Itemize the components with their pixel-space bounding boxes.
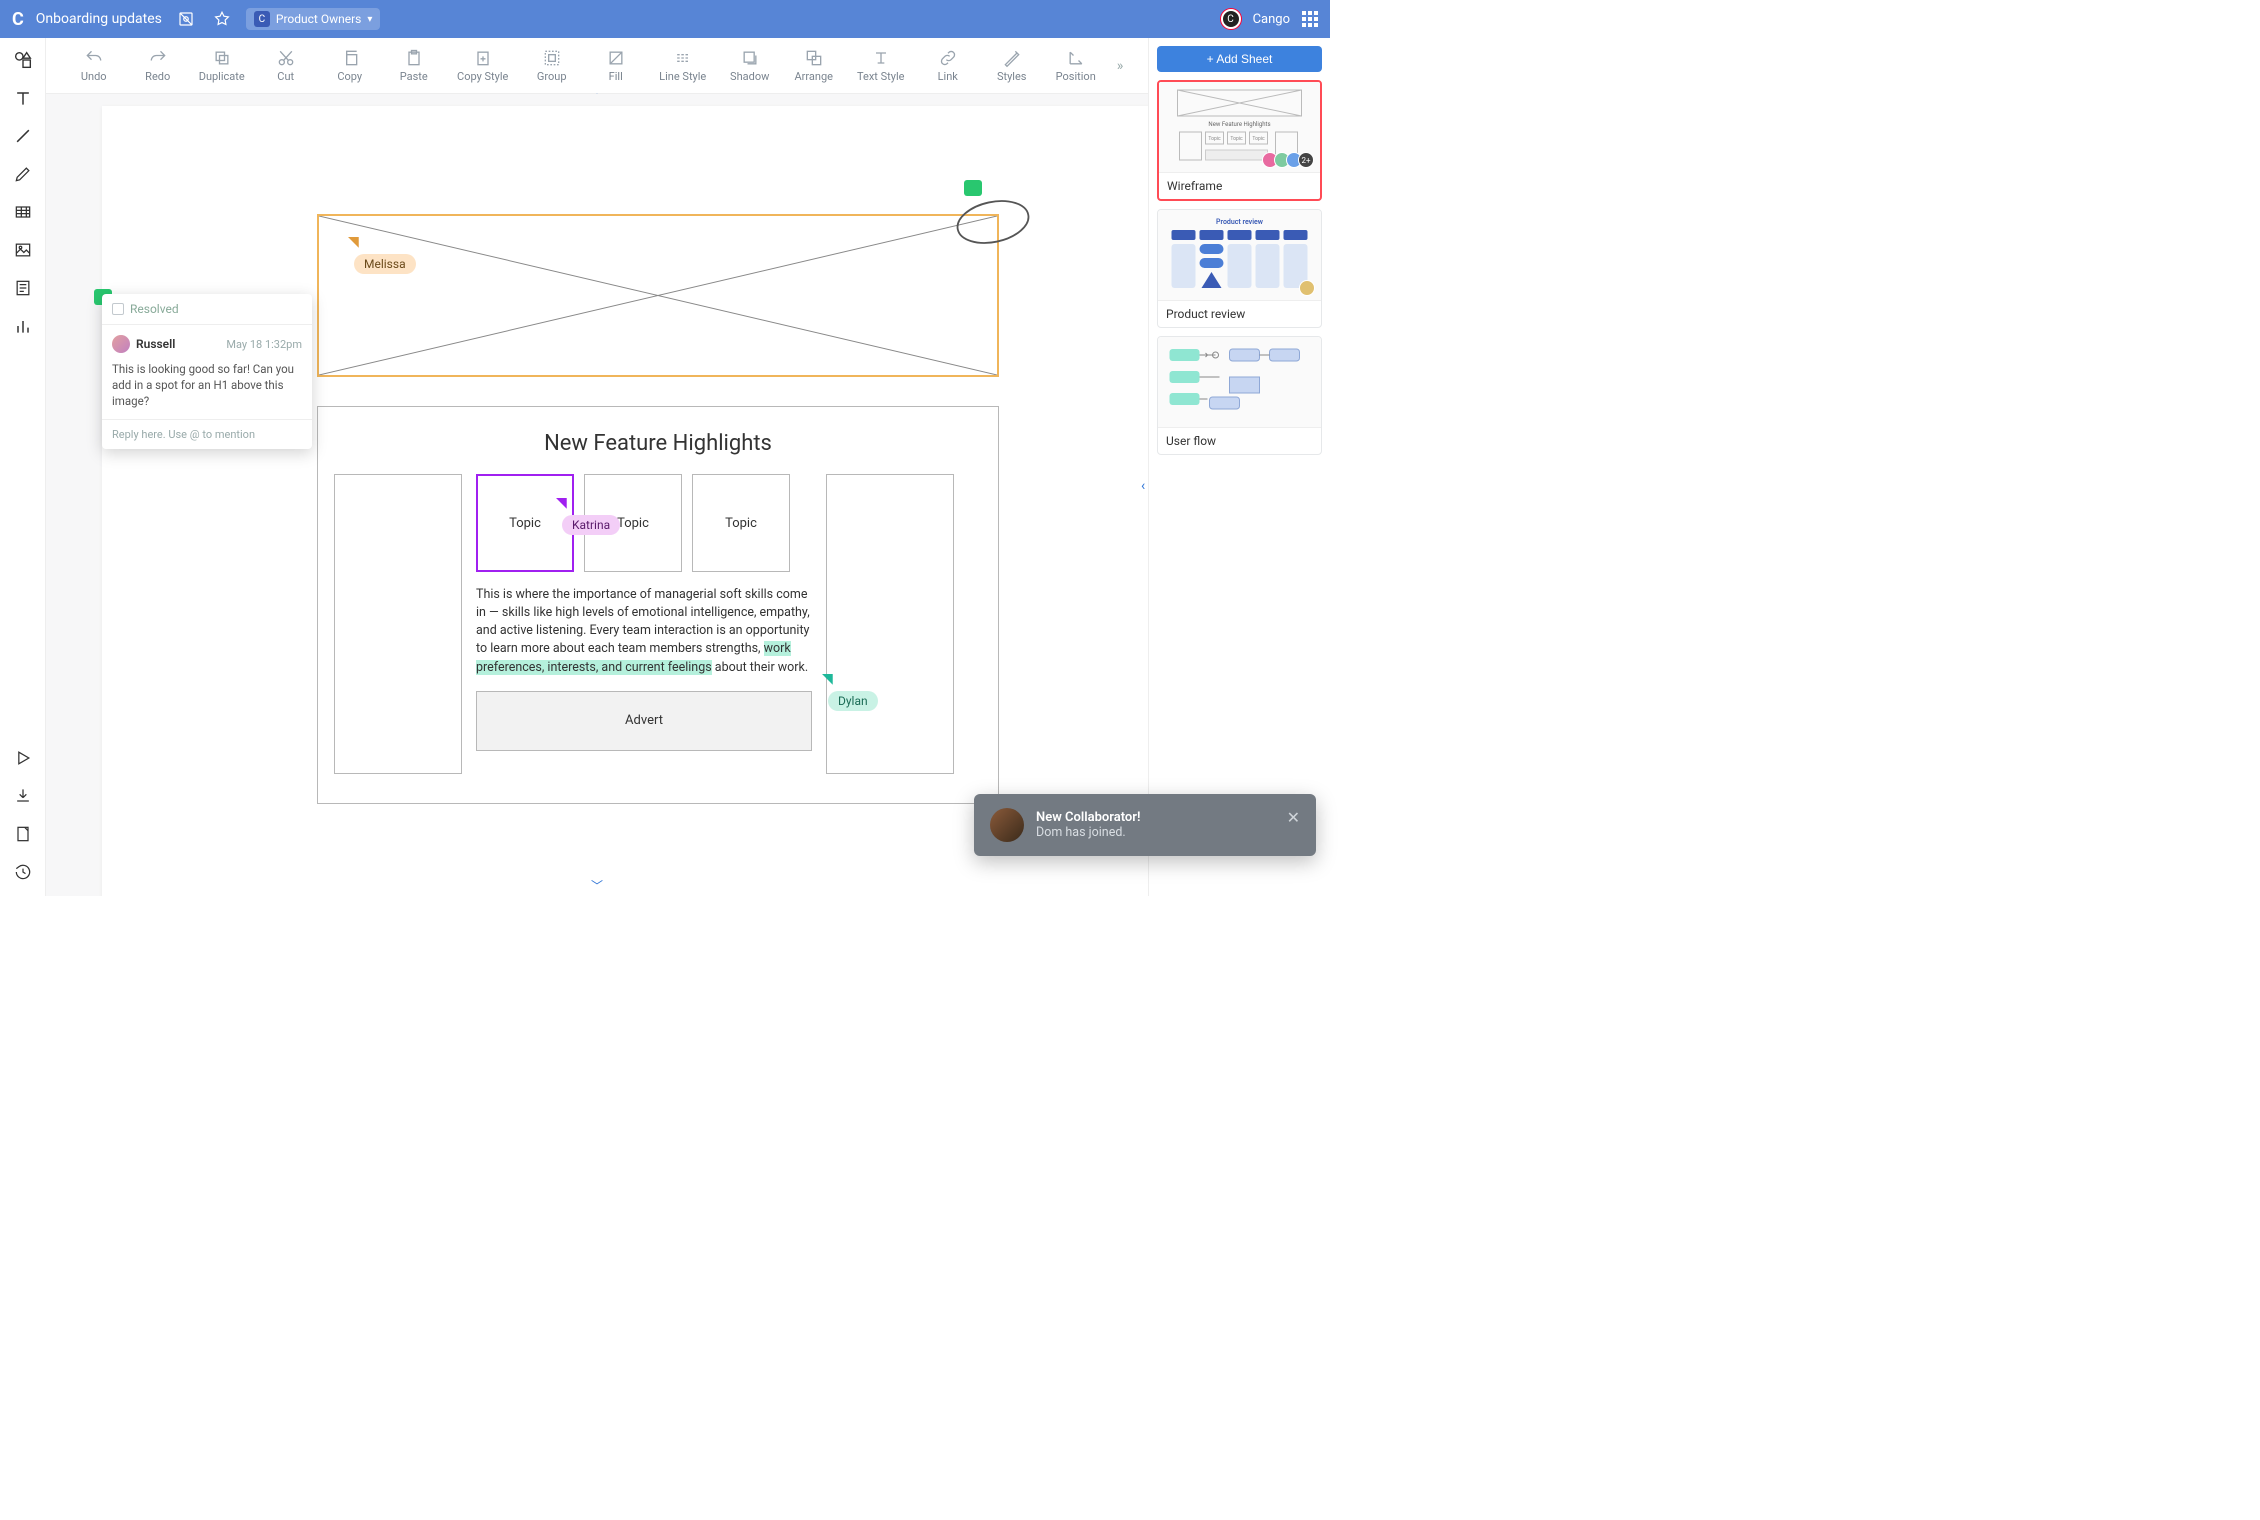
- cursor-arrow-icon: ◥: [348, 234, 416, 250]
- position-button[interactable]: Position: [1053, 48, 1099, 83]
- sheet-name: User flow: [1158, 427, 1321, 454]
- svg-text:Topic: Topic: [1208, 136, 1221, 142]
- wireframe-sidebar-left-box[interactable]: [334, 474, 462, 774]
- group-button[interactable]: Group: [529, 48, 575, 83]
- image-tool-icon[interactable]: [11, 238, 35, 262]
- sheet-name: Product review: [1158, 300, 1321, 327]
- collaborator-name-badge: Dylan: [828, 691, 878, 711]
- line-style-button[interactable]: Line Style: [657, 48, 709, 83]
- cursor-arrow-icon: ◥: [556, 495, 620, 511]
- left-tool-rail: ›: [0, 38, 46, 896]
- team-selector[interactable]: C Product Owners ▾: [246, 8, 380, 30]
- chart-tool-icon[interactable]: [11, 314, 35, 338]
- star-icon[interactable]: [210, 7, 234, 31]
- fill-button[interactable]: Fill: [593, 48, 639, 83]
- redo-button[interactable]: Redo: [135, 48, 181, 83]
- avatar: [1299, 280, 1315, 296]
- toolbar-overflow-icon[interactable]: »: [1117, 58, 1124, 74]
- shapes-tool-icon[interactable]: [11, 48, 35, 72]
- wireframe-hero-placeholder[interactable]: [317, 214, 999, 377]
- collaborator-cursor-katrina: ◥ Katrina: [556, 495, 620, 535]
- copy-style-button[interactable]: Copy Style: [455, 48, 511, 83]
- cut-button[interactable]: Cut: [263, 48, 309, 83]
- sheet-name: Wireframe: [1159, 172, 1320, 199]
- avatar: [112, 335, 130, 353]
- toast-title: New Collaborator!: [1036, 810, 1275, 825]
- sheet-thumbnail[interactable]: Product review Product review: [1157, 209, 1322, 328]
- wireframe-sidebar-right-box[interactable]: [826, 474, 954, 774]
- wireframe-advert-box[interactable]: Advert: [476, 691, 812, 751]
- page-setup-icon[interactable]: [11, 822, 35, 846]
- duplicate-button[interactable]: Duplicate: [199, 48, 245, 83]
- avatar-overflow-badge: 2+: [1298, 152, 1314, 168]
- comment-author: Russell: [136, 337, 175, 351]
- document-tool-icon[interactable]: [11, 276, 35, 300]
- table-tool-icon[interactable]: [11, 200, 35, 224]
- collaborator-cursor-melissa: ◥ Melissa: [348, 234, 416, 274]
- play-icon[interactable]: [11, 746, 35, 770]
- apps-grid-icon[interactable]: [1302, 11, 1318, 27]
- wireframe-title[interactable]: New Feature Highlights: [318, 431, 998, 456]
- collaborator-avatar-stack: [1303, 280, 1315, 296]
- comment-thread-popover: Resolved Russell May 18 1:32pm This is l…: [102, 294, 312, 449]
- collaborator-name-badge: Melissa: [354, 254, 416, 274]
- notification-toast: New Collaborator! Dom has joined. ✕: [974, 794, 1316, 856]
- history-icon[interactable]: [174, 7, 198, 31]
- sheet-thumbnail[interactable]: New Feature Highlights Topic Topic Topic 2+…: [1157, 80, 1322, 201]
- comment-body-text: This is looking good so far! Can you add…: [112, 361, 302, 409]
- svg-text:Product review: Product review: [1216, 218, 1264, 226]
- cursor-arrow-icon: ◥: [822, 671, 878, 687]
- line-tool-icon[interactable]: [11, 124, 35, 148]
- svg-text:Topic: Topic: [1230, 136, 1243, 142]
- collaborator-avatar-stack: 2+: [1266, 152, 1314, 168]
- wireframe-body-group[interactable]: New Feature Highlights Topic Topic Topic…: [317, 406, 999, 804]
- download-icon[interactable]: [11, 784, 35, 808]
- integration-label: Cango: [1253, 12, 1290, 27]
- sheet-thumbnail[interactable]: User flow: [1157, 336, 1322, 455]
- text-tool-icon[interactable]: [11, 86, 35, 110]
- history-tool-icon[interactable]: [11, 860, 35, 884]
- undo-button[interactable]: Undo: [71, 48, 117, 83]
- brand-logo-icon[interactable]: C: [12, 9, 24, 30]
- comment-resolved-toggle[interactable]: Resolved: [102, 294, 312, 325]
- checkbox-icon[interactable]: [112, 303, 124, 315]
- close-icon[interactable]: ✕: [1287, 808, 1300, 827]
- toast-subtitle: Dom has joined.: [1036, 825, 1275, 840]
- team-name: Product Owners: [276, 12, 361, 26]
- avatar: [990, 808, 1024, 842]
- shadow-button[interactable]: Shadow: [727, 48, 773, 83]
- comment-marker-icon[interactable]: [964, 180, 982, 196]
- sheets-panel: Add Sheet New Feature Highlights Topic Top…: [1148, 38, 1330, 896]
- arrange-button[interactable]: Arrange: [791, 48, 837, 83]
- svg-text:New Feature Highlights: New Feature Highlights: [1208, 121, 1270, 128]
- link-button[interactable]: Link: [925, 48, 971, 83]
- comment-timestamp: May 18 1:32pm: [226, 338, 302, 351]
- copy-button[interactable]: Copy: [327, 48, 373, 83]
- chevron-down-icon: ▾: [367, 14, 372, 25]
- team-badge-icon: C: [254, 11, 270, 27]
- action-toolbar: Undo Redo Duplicate Cut Copy Paste Copy …: [46, 38, 1148, 94]
- pencil-tool-icon[interactable]: [11, 162, 35, 186]
- add-sheet-button[interactable]: Add Sheet: [1157, 46, 1322, 72]
- collapse-right-panel-icon[interactable]: ‹: [1141, 478, 1145, 494]
- collaborator-cursor-dylan: ◥ Dylan: [822, 671, 878, 711]
- integration-logo-icon[interactable]: C: [1221, 9, 1241, 29]
- wireframe-body-text[interactable]: This is where the importance of manageri…: [476, 586, 812, 677]
- collaborator-name-badge: Katrina: [562, 515, 620, 535]
- app-header: C Onboarding updates C Product Owners ▾ …: [0, 0, 1330, 38]
- text-style-button[interactable]: Text Style: [855, 48, 907, 83]
- document-title[interactable]: Onboarding updates: [36, 11, 162, 27]
- paste-button[interactable]: Paste: [391, 48, 437, 83]
- comment-reply-input[interactable]: Reply here. Use @ to mention: [102, 419, 312, 449]
- wireframe-topic-box[interactable]: Topic: [692, 474, 790, 572]
- canvas-area[interactable]: ◥ Melissa New Feature Highlights Topic T…: [46, 94, 1148, 896]
- expand-bottom-icon[interactable]: ﹀: [591, 877, 603, 894]
- freehand-oval-annotation[interactable]: [954, 198, 1032, 246]
- styles-button[interactable]: Styles: [989, 48, 1035, 83]
- svg-text:Topic: Topic: [1252, 136, 1265, 142]
- sheet-surface[interactable]: ◥ Melissa New Feature Highlights Topic T…: [102, 106, 1148, 896]
